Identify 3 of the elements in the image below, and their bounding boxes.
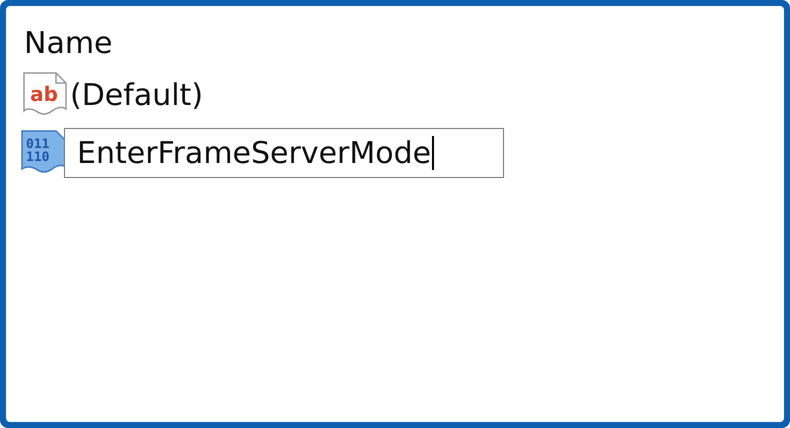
rename-field[interactable]: EnterFrameServerMode [64, 128, 504, 178]
column-header[interactable]: Name [24, 22, 784, 66]
value-name[interactable]: (Default) [70, 78, 204, 112]
